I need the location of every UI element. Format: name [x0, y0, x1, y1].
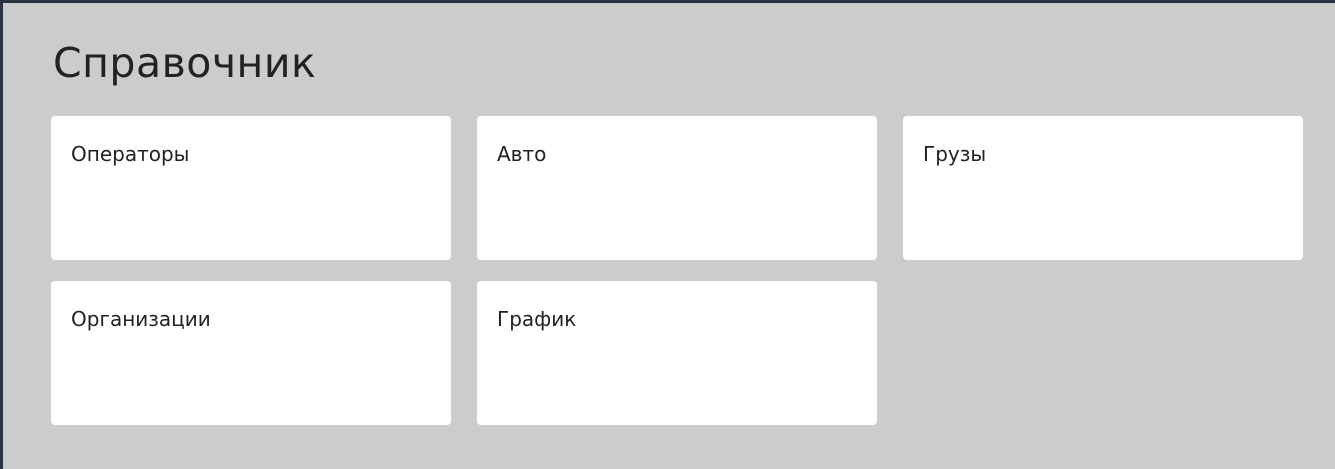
card-schedule[interactable]: График — [477, 281, 877, 425]
card-auto[interactable]: Авто — [477, 116, 877, 260]
card-label: Грузы — [923, 142, 987, 166]
card-cargo[interactable]: Грузы — [903, 116, 1303, 260]
reference-page: Справочник Операторы Авто Грузы Организа… — [0, 0, 1335, 469]
page-title: Справочник — [53, 39, 317, 87]
card-label: Операторы — [71, 142, 190, 166]
card-label: Организации — [71, 307, 211, 331]
card-organizations[interactable]: Организации — [51, 281, 451, 425]
card-label: Авто — [497, 142, 547, 166]
card-operators[interactable]: Операторы — [51, 116, 451, 260]
card-label: График — [497, 307, 577, 331]
